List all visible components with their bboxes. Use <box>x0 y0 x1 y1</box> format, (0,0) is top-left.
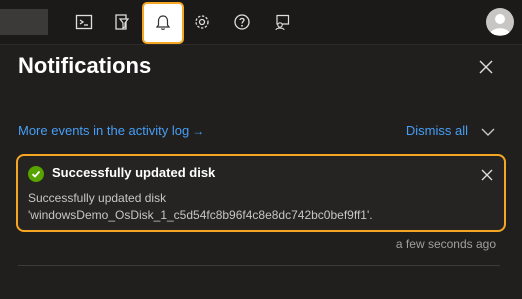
dismiss-all-dropdown[interactable] <box>480 125 496 137</box>
success-check-icon <box>28 166 44 182</box>
notification-card[interactable]: Successfully updated disk Successfully u… <box>16 154 506 232</box>
close-panel-button[interactable] <box>476 57 496 77</box>
help-icon <box>234 14 250 30</box>
feedback-button[interactable] <box>264 4 300 40</box>
user-icon <box>490 14 510 35</box>
activity-log-link-label: More events in the activity log <box>18 123 190 138</box>
dismiss-notification-button[interactable] <box>480 168 494 182</box>
settings-button[interactable] <box>184 4 220 40</box>
notification-message-line2: 'windowsDemo_OsDisk_1_c5d54fc8b96f4c8e8d… <box>28 208 373 222</box>
notification-message-line1: Successfully updated disk <box>28 191 167 205</box>
activity-log-link[interactable]: More events in the activity log → <box>18 123 204 138</box>
directory-filter-button[interactable] <box>104 4 140 40</box>
notification-title: Successfully updated disk <box>52 165 216 180</box>
global-search-box[interactable] <box>0 9 48 35</box>
close-icon <box>481 169 493 181</box>
notifications-panel: Notifications More events in the activit… <box>0 44 522 299</box>
notification-timestamp: a few seconds ago <box>395 237 496 251</box>
arrow-right-icon: → <box>192 124 205 138</box>
notifications-button[interactable] <box>142 2 184 44</box>
close-icon <box>479 60 493 74</box>
bell-icon <box>155 15 171 30</box>
account-avatar[interactable] <box>486 8 514 36</box>
divider <box>18 265 500 266</box>
gear-icon <box>195 15 209 29</box>
chevron-down-icon <box>481 128 495 136</box>
panel-actions: More events in the activity log → Dismiss… <box>18 123 496 141</box>
help-button[interactable] <box>224 4 260 40</box>
feedback-icon <box>275 14 290 31</box>
top-bar <box>0 0 522 44</box>
dismiss-all-button[interactable]: Dismiss all <box>406 123 468 138</box>
directory-filter-icon <box>115 14 130 30</box>
cloud-shell-icon <box>75 14 93 30</box>
panel-title: Notifications <box>18 53 152 78</box>
cloud-shell-button[interactable] <box>66 4 102 40</box>
notification-message: Successfully updated disk 'windowsDemo_O… <box>28 190 488 224</box>
